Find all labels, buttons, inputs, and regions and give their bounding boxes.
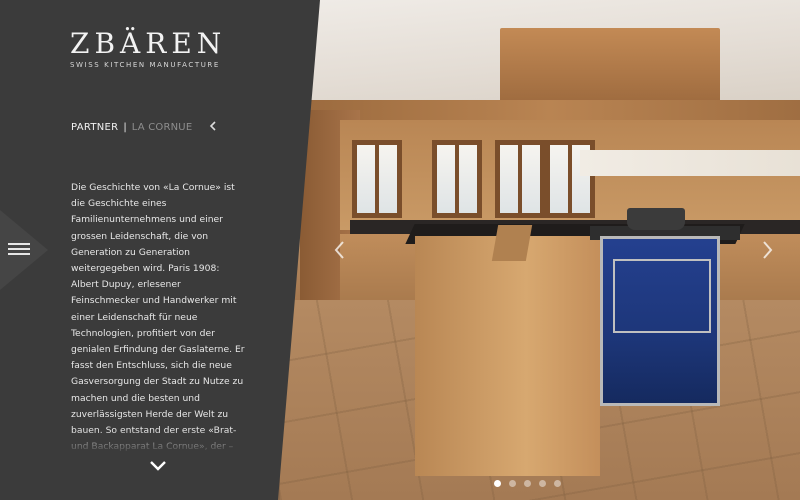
slide-dot[interactable] (494, 480, 501, 487)
text-fade (60, 430, 260, 454)
brand-logo[interactable]: ZBÄREN SWISS KITCHEN MANUFACTURE (70, 27, 240, 70)
slider-pagination (494, 480, 574, 490)
scroll-down-button[interactable] (148, 458, 168, 474)
extractor-hood (500, 28, 720, 106)
menu-toggle-button[interactable] (0, 210, 48, 290)
breadcrumb-current: LA CORNUE (131, 122, 193, 133)
breadcrumb-separator: | (123, 122, 127, 133)
chevron-right-icon (763, 241, 773, 259)
chevron-down-icon (150, 461, 166, 471)
brand-name: ZBÄREN (70, 27, 227, 60)
window (352, 140, 402, 218)
window (432, 140, 482, 218)
knife-block (491, 225, 533, 261)
slider-prev-button[interactable] (332, 238, 348, 262)
hamburger-icon (8, 243, 30, 255)
brand-tagline: SWISS KITCHEN MANUFACTURE (70, 61, 220, 69)
slide-dot[interactable] (509, 480, 516, 487)
window (495, 140, 545, 218)
slide-dot[interactable] (524, 480, 531, 487)
story-text: Die Geschichte von «La Cornue» ist die G… (71, 182, 245, 452)
breadcrumb-section[interactable]: PARTNER (71, 122, 118, 133)
breadcrumb: PARTNER | LA CORNUE (71, 121, 221, 135)
chevron-left-icon[interactable] (207, 121, 219, 135)
blue-range-cooker (600, 236, 720, 406)
slide-dot[interactable] (554, 480, 561, 487)
slide-dot[interactable] (539, 480, 546, 487)
cooking-pot (627, 208, 685, 230)
slider-next-button[interactable] (759, 238, 775, 262)
kitchen-island (415, 236, 600, 476)
chevron-left-icon (334, 241, 344, 259)
open-shelf (580, 150, 800, 176)
